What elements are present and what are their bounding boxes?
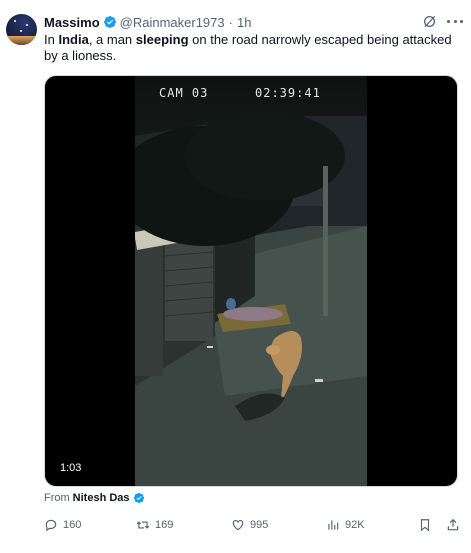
views-icon bbox=[328, 520, 339, 530]
view-count: 92K bbox=[345, 519, 365, 531]
author-handle[interactable]: @Rainmaker1973 bbox=[120, 15, 225, 30]
source-name[interactable]: Nitesh Das bbox=[73, 492, 130, 504]
author-name[interactable]: Massimo bbox=[44, 15, 100, 30]
like-button[interactable]: 995 bbox=[231, 516, 268, 534]
grok-icon[interactable] bbox=[422, 14, 437, 29]
reply-icon bbox=[45, 519, 57, 532]
views-button[interactable]: 92K bbox=[326, 516, 365, 534]
bookmark-button[interactable] bbox=[418, 516, 432, 534]
heart-icon bbox=[232, 520, 244, 531]
bookmark-icon bbox=[420, 519, 430, 532]
action-bar: 160 169 995 92K bbox=[44, 516, 464, 534]
verified-badge-icon bbox=[133, 492, 144, 504]
video-source: From Nitesh Das bbox=[44, 492, 148, 504]
avatar[interactable] bbox=[6, 14, 37, 45]
reply-count: 160 bbox=[63, 519, 82, 531]
reply-button[interactable]: 160 bbox=[44, 516, 81, 534]
separator-dot: · bbox=[228, 14, 233, 30]
repost-count: 169 bbox=[155, 519, 174, 531]
cctv-camera-label: CAM 03 bbox=[159, 86, 209, 100]
share-icon bbox=[447, 518, 459, 531]
tweet[interactable]: Massimo @Rainmaker1973 · 1h In India, a … bbox=[0, 0, 471, 553]
video-duration: 1:03 bbox=[55, 460, 87, 476]
video-frame: CAM 03 02:39:41 bbox=[135, 76, 367, 486]
cctv-scene bbox=[135, 111, 367, 486]
repost-icon bbox=[136, 521, 150, 529]
video-player[interactable]: CAM 03 02:39:41 1:03 bbox=[44, 75, 458, 487]
repost-button[interactable]: 169 bbox=[136, 516, 173, 534]
like-count: 995 bbox=[250, 519, 269, 531]
post-time[interactable]: 1h bbox=[237, 15, 251, 30]
tweet-header: Massimo @Rainmaker1973 · 1h bbox=[44, 14, 251, 30]
tweet-text: In India, a man sleeping on the road nar… bbox=[44, 32, 452, 63]
cctv-timestamp: 02:39:41 bbox=[255, 86, 321, 100]
source-label: From bbox=[44, 492, 70, 504]
more-options-icon[interactable] bbox=[447, 20, 463, 24]
verified-badge-icon bbox=[103, 16, 116, 28]
share-button[interactable] bbox=[446, 516, 460, 534]
